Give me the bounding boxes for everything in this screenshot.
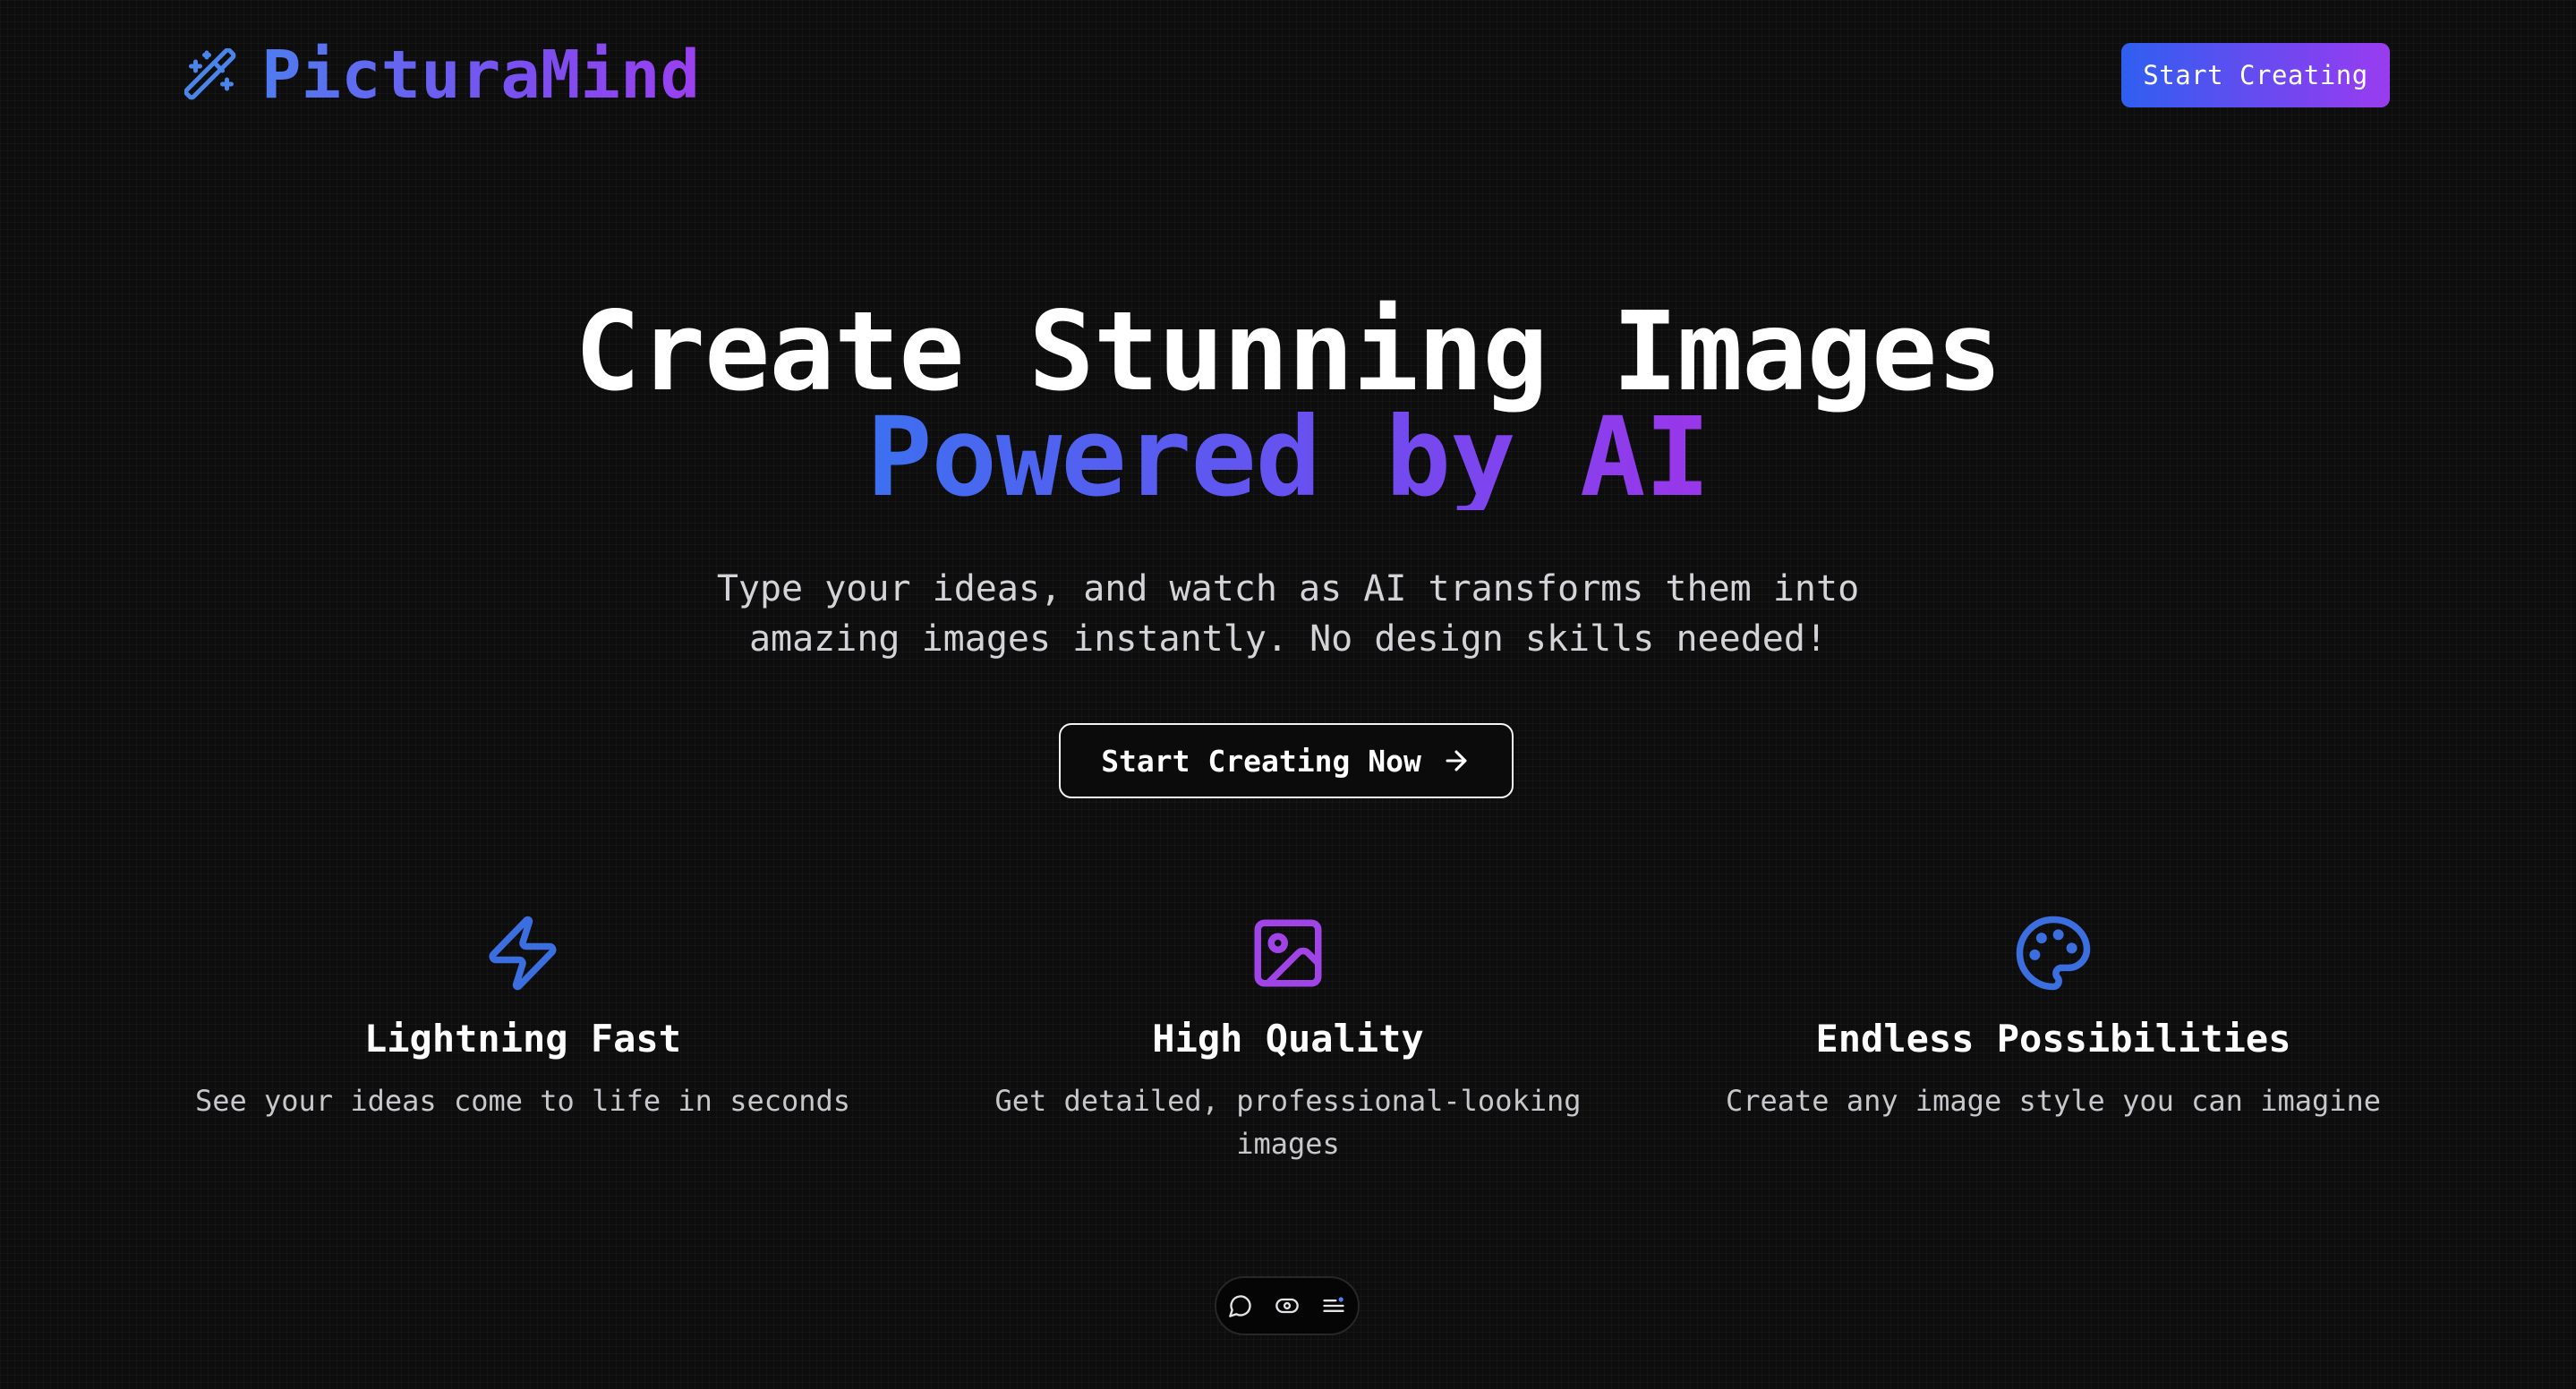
menu-list-icon[interactable]	[1320, 1292, 1347, 1319]
palette-icon	[2013, 913, 2094, 993]
arrow-right-icon	[1446, 750, 1467, 771]
feature-description: Create any image style you can imagine	[1725, 1084, 2382, 1118]
header-start-creating-button[interactable]: Start Creating	[2121, 43, 2390, 107]
brand-logo[interactable]: PicturaMind	[184, 38, 700, 113]
image-icon	[1248, 913, 1328, 993]
feature-description: See your ideas come to life in seconds	[194, 1084, 851, 1118]
hero-title-highlight: Powered by AI	[866, 394, 1710, 521]
chat-bubble-icon[interactable]	[1227, 1292, 1254, 1319]
hero-title: Create Stunning Images Powered by AI	[0, 288, 2576, 521]
feature-description: Get detailed, professional-looking image…	[994, 1084, 1582, 1161]
feature-card-lightning-fast: Lightning Fast See your ideas come to li…	[183, 913, 863, 1122]
start-creating-now-button[interactable]: Start Creating Now	[1059, 723, 1514, 798]
magic-wand-icon	[184, 48, 238, 102]
brand-name: PicturaMind	[261, 37, 701, 114]
feature-title: Lightning Fast	[363, 1017, 681, 1061]
start-creating-now-label: Start Creating Now	[1101, 743, 1421, 779]
feature-title: High Quality	[1152, 1017, 1424, 1061]
feature-title: Endless Possibilities	[1815, 1017, 2291, 1061]
lightning-icon	[482, 913, 563, 993]
feature-card-endless-possibilities: Endless Possibilities Create any image s…	[1713, 913, 2393, 1122]
floating-toolbar	[1215, 1276, 1360, 1335]
feature-card-high-quality: High Quality Get detailed, professional-…	[948, 913, 1628, 1165]
hero-subtitle: Type your ideas, and watch as AI transfo…	[716, 568, 1860, 660]
hero-title-line1: Create Stunning Images	[575, 288, 2002, 415]
toggle-eye-icon[interactable]	[1274, 1292, 1301, 1319]
